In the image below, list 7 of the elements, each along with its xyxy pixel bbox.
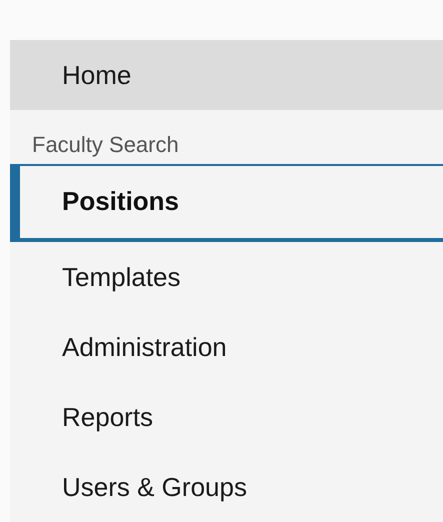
- nav-item[interactable]: Users & Groups: [10, 452, 443, 522]
- home-link[interactable]: Home: [10, 40, 443, 110]
- nav-item[interactable]: Positions: [10, 164, 443, 242]
- nav-item[interactable]: Reports: [10, 382, 443, 452]
- nav-item[interactable]: Templates: [10, 242, 443, 312]
- section-heading: Faculty Search: [31, 131, 180, 159]
- nav-item[interactable]: Administration: [10, 312, 443, 382]
